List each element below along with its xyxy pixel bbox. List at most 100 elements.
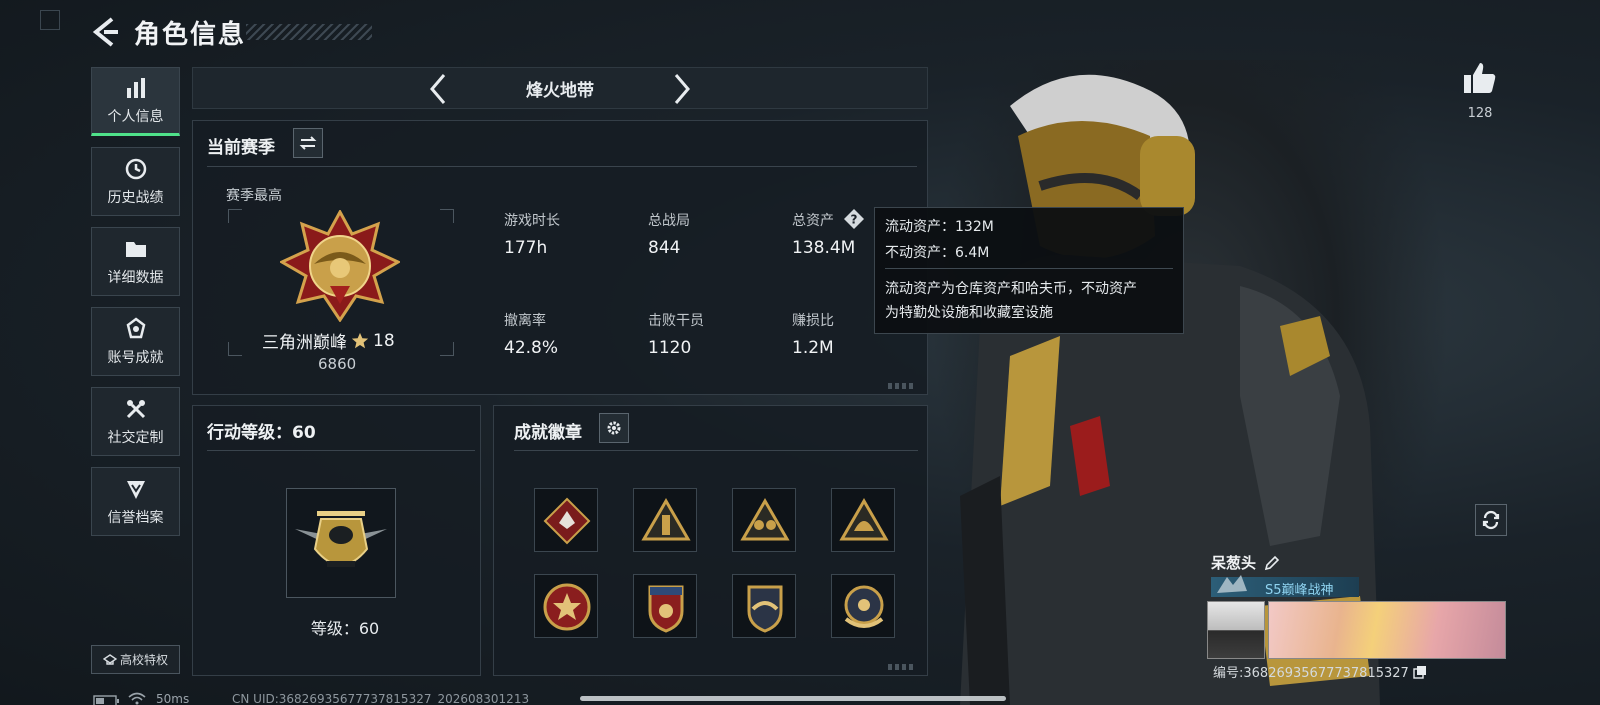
thumbs-up-icon [1464, 63, 1496, 93]
stat-value: 1120 [648, 338, 692, 358]
badges-divider [514, 450, 918, 451]
panel-corner-decoration [888, 664, 916, 670]
stat-label: 击败干员 [648, 313, 704, 329]
stat-value: 42.8% [504, 338, 559, 358]
season-title: 当前赛季 [207, 138, 275, 158]
achievement-icon [126, 316, 145, 338]
sidebar-item-achievements[interactable]: 账号成就 [91, 307, 180, 376]
home-indicator [580, 696, 1006, 701]
uid-line: CN UID:368269356777378153​27_20260830121… [232, 692, 530, 705]
sidebar-item-label: 详细数据 [107, 269, 164, 286]
player-avatar[interactable] [1207, 601, 1265, 659]
reputation-icon [126, 480, 145, 499]
stat-label: 总资产 [792, 213, 834, 229]
help-icon[interactable]: ? [843, 208, 865, 230]
sidebar-item-detail-data[interactable]: 详细数据 [91, 227, 180, 296]
chevron-left-icon [430, 74, 446, 104]
school-privilege-label: 高校特权 [119, 653, 168, 667]
rank-score: 6860 [318, 355, 357, 373]
swap-icon [299, 136, 317, 150]
level-divider [207, 450, 475, 451]
folder-icon [125, 241, 146, 257]
season-high-label: 赛季最高 [226, 188, 282, 204]
achievement-badge[interactable] [534, 574, 598, 638]
round-star-badge-icon [543, 583, 591, 631]
sidebar-item-history[interactable]: 历史战绩 [91, 147, 180, 216]
rank-stars: 18 [373, 330, 395, 351]
stat-label: 总战局 [648, 213, 690, 229]
gear-icon [607, 421, 621, 435]
stat-value: 1.2M [792, 338, 834, 358]
mode-prev-button[interactable] [424, 72, 454, 106]
player-banner[interactable] [1268, 601, 1506, 659]
sidebar-item-label: 历史战绩 [107, 189, 164, 206]
level-emblem-frame [286, 488, 396, 598]
achievement-badge[interactable] [633, 488, 697, 552]
title-decoration [246, 24, 372, 40]
stat-label: 赚损比 [792, 313, 834, 329]
season-switch-button[interactable] [293, 128, 323, 158]
stat-value: 844 [648, 238, 681, 258]
triangle-soldier-badge-icon [641, 498, 691, 541]
badges-settings-button[interactable] [599, 413, 629, 443]
triangle-helmet-badge-icon [839, 498, 889, 541]
rank-emblem-icon [280, 210, 400, 322]
achievement-badge[interactable] [831, 574, 895, 638]
player-title-badge: S5巅峰战神 [1211, 575, 1359, 598]
season-divider [207, 166, 917, 167]
edit-pencil-icon[interactable] [1264, 555, 1280, 571]
player-title-text: S5巅峰战神 [1265, 583, 1334, 598]
stat-value: 138.4M [792, 238, 856, 258]
sidebar-item-label: 个人信息 [107, 108, 164, 125]
bar-chart-icon [126, 77, 145, 98]
tooltip-description: 为特勤处设施和收藏室设施 [885, 305, 1053, 321]
tooltip-fixed-assets: 不动资产：6.4M [885, 245, 990, 261]
badges-title: 成就徽章 [514, 423, 582, 443]
tooltip-description: 流动资产为仓库资产和哈夫币，不动资产 [885, 281, 1137, 297]
achievement-badge[interactable] [831, 488, 895, 552]
sidebar-item-personal-info[interactable]: 个人信息 [91, 67, 180, 136]
corner-decoration [40, 10, 60, 30]
achievement-badge[interactable] [732, 574, 796, 638]
shield-wing-badge-icon [747, 585, 783, 633]
page-title: 角色信息 [134, 20, 247, 50]
shield-stripe-badge-icon [648, 585, 684, 633]
refresh-icon [1482, 510, 1500, 530]
sidebar-item-label: 信誉档案 [107, 509, 164, 526]
stat-label: 撤离率 [504, 313, 546, 329]
stat-label: 游戏时长 [504, 213, 560, 229]
stat-value: 177h [504, 238, 548, 258]
like-button[interactable] [1462, 60, 1498, 96]
asset-tooltip: 流动资产：132M 不动资产：6.4M 流动资产为仓库资产和哈夫币，不动资产 为… [874, 207, 1184, 334]
school-privilege-button[interactable]: 高校特权 [91, 645, 180, 674]
refresh-button[interactable] [1475, 504, 1507, 536]
level-label: 等级：60 [310, 619, 380, 638]
mode-name: 烽火地带 [526, 81, 594, 101]
rank-name: 三角洲巅峰 18 [262, 328, 395, 354]
tooltip-divider [885, 268, 1173, 269]
level-title: 行动等级：60 [207, 423, 316, 443]
title-badge-icon [1217, 575, 1247, 593]
achievement-badge[interactable] [732, 488, 796, 552]
achievement-badge[interactable] [633, 574, 697, 638]
helicopter-emblem-icon [295, 511, 387, 567]
tooltip-liquid-assets: 流动资产：132M [885, 219, 994, 235]
round-wing-badge-icon [844, 585, 884, 628]
mode-next-button[interactable] [666, 72, 696, 106]
sidebar-item-reputation[interactable]: 信誉档案 [91, 467, 180, 536]
player-name-text: 呆葱头 [1211, 554, 1257, 572]
like-count: 128 [1467, 106, 1493, 121]
ping-value: 50ms [156, 692, 190, 705]
school-icon [102, 653, 117, 665]
sidebar-item-label: 社交定制 [107, 429, 164, 446]
player-id-text: 编号:368269356777378153​27 [1213, 666, 1409, 681]
battery-icon [93, 695, 119, 705]
achievement-badge[interactable] [534, 488, 598, 552]
copy-icon[interactable] [1413, 665, 1427, 679]
back-button[interactable] [90, 15, 120, 49]
rank-name-text: 三角洲巅峰 [262, 333, 347, 353]
sidebar-item-social[interactable]: 社交定制 [91, 387, 180, 456]
svg-text:?: ? [851, 213, 858, 227]
player-name: 呆葱头 [1211, 552, 1280, 573]
triangle-squad-badge-icon [740, 498, 790, 541]
